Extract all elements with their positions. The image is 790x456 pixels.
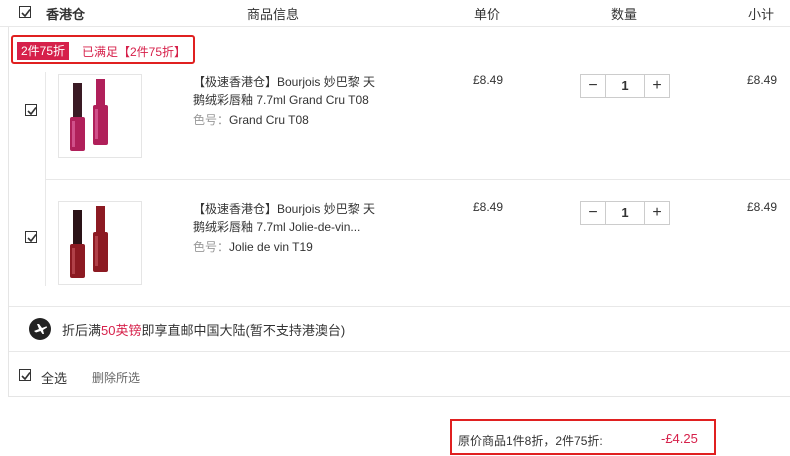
shipping-suffix: 即享直邮中国大陆(暂不支持港澳台) — [141, 323, 346, 338]
item-1-attribute: 色号：Grand Cru T08 — [193, 111, 309, 128]
delete-selected-link[interactable]: 删除所选 — [92, 369, 140, 386]
select-all-checkbox[interactable] — [19, 369, 31, 381]
decrease-button[interactable]: − — [581, 202, 606, 224]
quantity-input[interactable]: 1 — [606, 75, 644, 97]
select-store-checkbox[interactable] — [19, 6, 31, 18]
lipstick-icon — [70, 79, 108, 151]
item-1-attribute-value: Grand Cru T08 — [229, 113, 309, 127]
item-2-attribute-value: Jolie de vin T19 — [229, 240, 313, 254]
item-1-attribute-label: 色号： — [193, 113, 230, 127]
item-2-checkbox[interactable] — [25, 231, 37, 243]
section-divider — [9, 351, 790, 352]
cart-header: 香港仓 商品信息 单价 数量 小计 — [0, 0, 790, 27]
column-header-subtotal: 小计 — [748, 7, 775, 22]
item-2-subtotal: £8.49 — [747, 200, 778, 214]
item-1-checkbox[interactable] — [25, 104, 37, 116]
shipping-amount: 50英镑 — [101, 323, 142, 338]
column-header-product: 商品信息 — [247, 7, 300, 22]
airplane-icon — [29, 318, 51, 340]
check-icon — [27, 234, 37, 243]
check-icon — [21, 9, 31, 18]
decrease-button[interactable]: − — [581, 75, 606, 97]
item-1-quantity-stepper: − 1 + — [580, 74, 670, 98]
item-1-price: £8.49 — [473, 73, 504, 87]
item-1-subtotal: £8.49 — [747, 73, 778, 87]
increase-button[interactable]: + — [644, 202, 669, 224]
item-2-price: £8.49 — [473, 200, 504, 214]
item-2-image[interactable] — [58, 201, 142, 285]
store-name: 香港仓 — [46, 7, 86, 22]
check-icon — [27, 107, 37, 116]
shipping-notice: 折后满50英镑即享直邮中国大陆(暂不支持港澳台) — [62, 320, 345, 339]
section-divider — [9, 306, 790, 307]
item-2-name[interactable]: 【极速香港仓】Bourjois 妙巴黎 天鹅绒彩唇釉 7.7ml Jolie-d… — [193, 200, 383, 236]
promo-status: 已满足【2件75折】 — [82, 45, 187, 59]
item-1-name[interactable]: 【极速香港仓】Bourjois 妙巴黎 天鹅绒彩唇釉 7.7ml Grand C… — [193, 73, 383, 109]
item-1-image[interactable] — [58, 74, 142, 158]
item-2-attribute-label: 色号： — [193, 240, 230, 254]
item-2-attribute: 色号：Jolie de vin T19 — [193, 238, 313, 255]
shipping-prefix: 折后满 — [62, 323, 102, 338]
item-2-quantity-stepper: − 1 + — [580, 201, 670, 225]
check-icon — [21, 372, 31, 381]
quantity-input[interactable]: 1 — [606, 202, 644, 224]
promo-badge: 2件75折 — [17, 42, 70, 60]
lipstick-icon — [70, 206, 108, 278]
discount-amount: -£4.25 — [661, 431, 698, 446]
discount-summary-label: 原价商品1件8折，2件75折: — [458, 434, 603, 448]
select-all-label[interactable]: 全选 — [41, 368, 67, 387]
item-divider — [46, 179, 790, 180]
column-header-quantity: 数量 — [611, 7, 638, 22]
column-header-price: 单价 — [474, 7, 501, 22]
increase-button[interactable]: + — [644, 75, 669, 97]
